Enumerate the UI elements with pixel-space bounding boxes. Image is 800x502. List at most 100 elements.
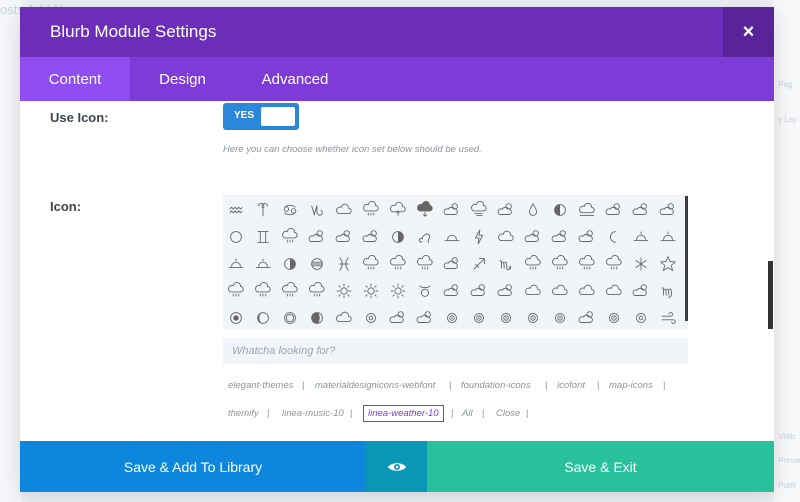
- tab-content[interactable]: Content: [20, 57, 130, 101]
- filter-elegant-themes[interactable]: elegant-themes: [228, 380, 293, 391]
- save-exit-button[interactable]: Save & Exit: [427, 441, 774, 492]
- filter-close[interactable]: Close: [496, 408, 520, 419]
- cloud-rain-icon[interactable]: [523, 254, 543, 274]
- cloud-sun-icon[interactable]: [577, 227, 597, 247]
- filter-linea-music[interactable]: linea-music-10: [282, 408, 344, 419]
- filter-foundation-icons[interactable]: foundation-icons: [461, 380, 531, 391]
- filter-themify[interactable]: themify: [228, 408, 259, 419]
- virgo-icon[interactable]: [658, 281, 678, 301]
- scorpio-icon[interactable]: [496, 254, 516, 274]
- use-icon-toggle[interactable]: YES: [223, 103, 299, 130]
- moon-icon[interactable]: [604, 227, 624, 247]
- ring-icon[interactable]: [361, 308, 381, 328]
- icon-search-input[interactable]: [223, 338, 688, 364]
- target-icon[interactable]: [469, 308, 489, 328]
- cloud-rain-icon[interactable]: [361, 254, 381, 274]
- taurus-icon[interactable]: [415, 281, 435, 301]
- cloud-sun-icon[interactable]: [550, 227, 570, 247]
- cloud-sun-icon[interactable]: [496, 281, 516, 301]
- cloud-rain-icon[interactable]: [280, 227, 300, 247]
- cloud-sun-icon[interactable]: [523, 227, 543, 247]
- target-icon[interactable]: [604, 308, 624, 328]
- half-circle-icon[interactable]: [388, 227, 408, 247]
- sun-icon[interactable]: [334, 281, 354, 301]
- cloud-icon[interactable]: [523, 281, 543, 301]
- content-scrollbar[interactable]: [768, 261, 773, 329]
- tab-design[interactable]: Design: [130, 57, 235, 101]
- half-circle-icon[interactable]: [280, 254, 300, 274]
- sunset-icon[interactable]: [253, 254, 273, 274]
- save-add-to-library-button[interactable]: Save & Add To Library: [20, 441, 366, 492]
- target-icon[interactable]: [550, 308, 570, 328]
- sun-icon[interactable]: [361, 281, 381, 301]
- circle-ring-icon[interactable]: [280, 308, 300, 328]
- cloud-icon[interactable]: [577, 281, 597, 301]
- cloud-rain-icon[interactable]: [550, 254, 570, 274]
- tab-advanced[interactable]: Advanced: [245, 57, 345, 101]
- cloud-sun-icon[interactable]: [442, 254, 462, 274]
- cloud-sun-icon[interactable]: [388, 308, 408, 328]
- cloud-sun-icon[interactable]: [469, 281, 489, 301]
- target-icon[interactable]: [496, 308, 516, 328]
- cloud-sun-icon[interactable]: [334, 227, 354, 247]
- cloud-sun-icon[interactable]: [307, 227, 327, 247]
- filter-materialdesignicons[interactable]: materialdesignicons-webfont: [315, 380, 435, 391]
- sunset-icon[interactable]: [631, 227, 651, 247]
- sagittarius-icon[interactable]: [469, 254, 489, 274]
- wind-icon[interactable]: [658, 308, 678, 328]
- preview-button[interactable]: [366, 441, 427, 492]
- cloud-icon[interactable]: [496, 227, 516, 247]
- cloud-sun-icon[interactable]: [496, 200, 516, 220]
- moon-crescent-icon[interactable]: [307, 308, 327, 328]
- circle-target-icon[interactable]: [226, 308, 246, 328]
- cloud-rain-icon[interactable]: [415, 254, 435, 274]
- cloud-sun-icon[interactable]: [361, 227, 381, 247]
- cloud-up-icon[interactable]: [388, 200, 408, 220]
- cloud-rain-icon[interactable]: [226, 281, 246, 301]
- cloud-icon[interactable]: [604, 281, 624, 301]
- cloud-down-icon[interactable]: [415, 200, 435, 220]
- sunrise-icon[interactable]: [442, 227, 462, 247]
- pisces-icon[interactable]: [334, 254, 354, 274]
- half-moon-icon[interactable]: [550, 200, 570, 220]
- cloud-rain-icon[interactable]: [604, 254, 624, 274]
- snowflake-icon[interactable]: [631, 254, 651, 274]
- lightning-icon[interactable]: [469, 227, 489, 247]
- cloud-rain-icon[interactable]: [253, 281, 273, 301]
- circle-icon[interactable]: [226, 227, 246, 247]
- filter-all[interactable]: All: [462, 408, 473, 419]
- ring-icon[interactable]: [631, 308, 651, 328]
- close-button[interactable]: ×: [723, 7, 774, 57]
- cloud-icon[interactable]: [550, 281, 570, 301]
- sunset-icon[interactable]: [658, 227, 678, 247]
- star-icon[interactable]: [658, 254, 678, 274]
- sunset-icon[interactable]: [226, 254, 246, 274]
- cloud-moon-icon[interactable]: [577, 200, 597, 220]
- cloud-rain-icon[interactable]: [307, 281, 327, 301]
- cloud-sun-icon[interactable]: [442, 281, 462, 301]
- striped-circle-icon[interactable]: [307, 254, 327, 274]
- target-icon[interactable]: [442, 308, 462, 328]
- cloud-wind-icon[interactable]: [469, 200, 489, 220]
- cloud-icon[interactable]: [334, 308, 354, 328]
- cancer-icon[interactable]: [280, 200, 300, 220]
- filter-icofont[interactable]: icofont: [557, 380, 585, 391]
- cloud-icon[interactable]: [334, 200, 354, 220]
- cloud-sun-icon[interactable]: [631, 281, 651, 301]
- cloud-sun-icon[interactable]: [577, 308, 597, 328]
- capricorn-icon[interactable]: [307, 200, 327, 220]
- gemini-icon[interactable]: [253, 227, 273, 247]
- aries-icon[interactable]: [253, 200, 273, 220]
- filter-linea-weather[interactable]: linea-weather-10: [363, 405, 444, 422]
- icon-grid-scrollbar[interactable]: [685, 196, 688, 321]
- aquarius-icon[interactable]: [226, 200, 246, 220]
- leo-icon[interactable]: [415, 227, 435, 247]
- moon-phase-icon[interactable]: [253, 308, 273, 328]
- cloud-rain-icon[interactable]: [280, 281, 300, 301]
- cloud-sun-icon[interactable]: [415, 308, 435, 328]
- cloud-sun-icon[interactable]: [442, 200, 462, 220]
- cloud-rain-icon[interactable]: [361, 200, 381, 220]
- sun-icon[interactable]: [388, 281, 408, 301]
- cloud-sun-icon[interactable]: [658, 200, 678, 220]
- cloud-sun-icon[interactable]: [631, 200, 651, 220]
